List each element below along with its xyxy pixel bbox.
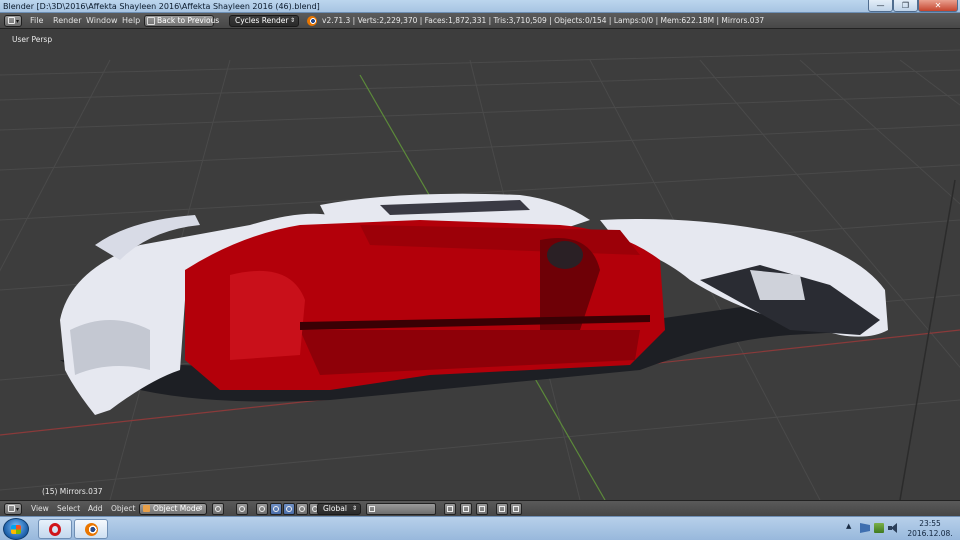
- taskbar-app-opera[interactable]: [38, 519, 72, 539]
- active-object-label: (15) Mirrors.037: [42, 487, 103, 496]
- taskbar-app-blender[interactable]: [74, 519, 108, 539]
- window-title: Blender [D:\3D\2016\Affekta Shayleen 201…: [3, 2, 320, 11]
- chevron-updown-icon: ⇕: [289, 17, 295, 24]
- chevron-updown-icon: ⇕: [351, 505, 357, 512]
- menu-add[interactable]: Add: [88, 501, 103, 517]
- menu-render[interactable]: Render: [53, 13, 81, 29]
- minimize-button[interactable]: —: [868, 0, 893, 12]
- editor-type-button[interactable]: ▾: [4, 15, 22, 27]
- orientation-value: Global: [323, 504, 347, 513]
- snap-icon[interactable]: [460, 503, 472, 515]
- clock-time[interactable]: 23:55: [908, 519, 952, 528]
- windows-taskbar: ▲ 23:55 2016.12.08.: [0, 516, 960, 540]
- info-header: ▾ File Render Window Help Back to Previo…: [0, 13, 960, 29]
- window-titlebar: Blender [D:\3D\2016\Affekta Shayleen 201…: [0, 0, 960, 13]
- volume-icon[interactable]: [888, 523, 898, 533]
- viewport-shading-icon[interactable]: [212, 503, 224, 515]
- translate-icon[interactable]: [283, 503, 295, 515]
- car-model: [60, 193, 888, 415]
- windows-logo-icon: [11, 525, 21, 534]
- clock-date[interactable]: 2016.12.08.: [904, 529, 956, 538]
- start-button[interactable]: [3, 518, 29, 540]
- 3d-view-header: ▾ View Select Add Object Object Mode ⇕ G…: [0, 500, 960, 516]
- proportional-edit-icon[interactable]: [256, 503, 268, 515]
- blender-logo-icon: [307, 16, 317, 26]
- orientation-select[interactable]: Global ⇕: [317, 503, 361, 515]
- maximize-button[interactable]: ❐: [893, 0, 918, 12]
- menu-object[interactable]: Object: [111, 501, 135, 517]
- screen-icon: [147, 17, 155, 25]
- manipulator-icon[interactable]: [270, 503, 282, 515]
- blender-icon: [85, 523, 98, 536]
- layers-icon[interactable]: [366, 503, 436, 515]
- chevron-down-icon: ▾: [15, 506, 19, 513]
- opera-icon: [49, 523, 61, 536]
- chevron-updown-icon: ⇕: [197, 505, 203, 512]
- snap-target-icon[interactable]: [476, 503, 488, 515]
- action-center-flag-icon[interactable]: [860, 523, 870, 533]
- menu-select[interactable]: Select: [57, 501, 80, 517]
- network-icon[interactable]: [874, 523, 884, 533]
- rotate-icon[interactable]: [296, 503, 308, 515]
- render-engine-value: Cycles Render: [235, 16, 289, 25]
- render-engine-select[interactable]: Cycles Render ⇕: [229, 15, 299, 27]
- 3d-view-icon: [8, 505, 15, 512]
- 3d-viewport[interactable]: User Persp (15) Mirrors.037: [0, 30, 960, 500]
- tray-expand-icon[interactable]: ▲: [846, 522, 856, 532]
- chevron-down-icon: ▾: [15, 18, 19, 25]
- scene-stats: v2.71.3 | Verts:2,229,370 | Faces:1,872,…: [322, 16, 765, 25]
- close-button[interactable]: ✕: [918, 0, 958, 12]
- view-label: User Persp: [12, 35, 53, 44]
- menu-window[interactable]: Window: [86, 13, 118, 29]
- menu-help[interactable]: Help: [122, 13, 140, 29]
- lock-icon[interactable]: [444, 503, 456, 515]
- back-to-previous-label: Back to Previous: [157, 16, 220, 25]
- info-editor-icon: [8, 17, 15, 24]
- object-mode-icon: [143, 505, 150, 512]
- back-to-previous-button[interactable]: Back to Previous: [144, 15, 219, 27]
- render-preview-icon[interactable]: [496, 503, 508, 515]
- mode-select[interactable]: Object Mode ⇕: [139, 503, 207, 515]
- pivot-icon[interactable]: [236, 503, 248, 515]
- menu-view[interactable]: View: [31, 501, 49, 517]
- mode-value: Object Mode: [153, 504, 201, 513]
- 3d-editor-type-button[interactable]: ▾: [4, 503, 22, 515]
- vertical-edge-line: [899, 179, 956, 500]
- menu-file[interactable]: File: [30, 13, 43, 29]
- render-animation-icon[interactable]: [510, 503, 522, 515]
- viewport-canvas[interactable]: [0, 30, 960, 500]
